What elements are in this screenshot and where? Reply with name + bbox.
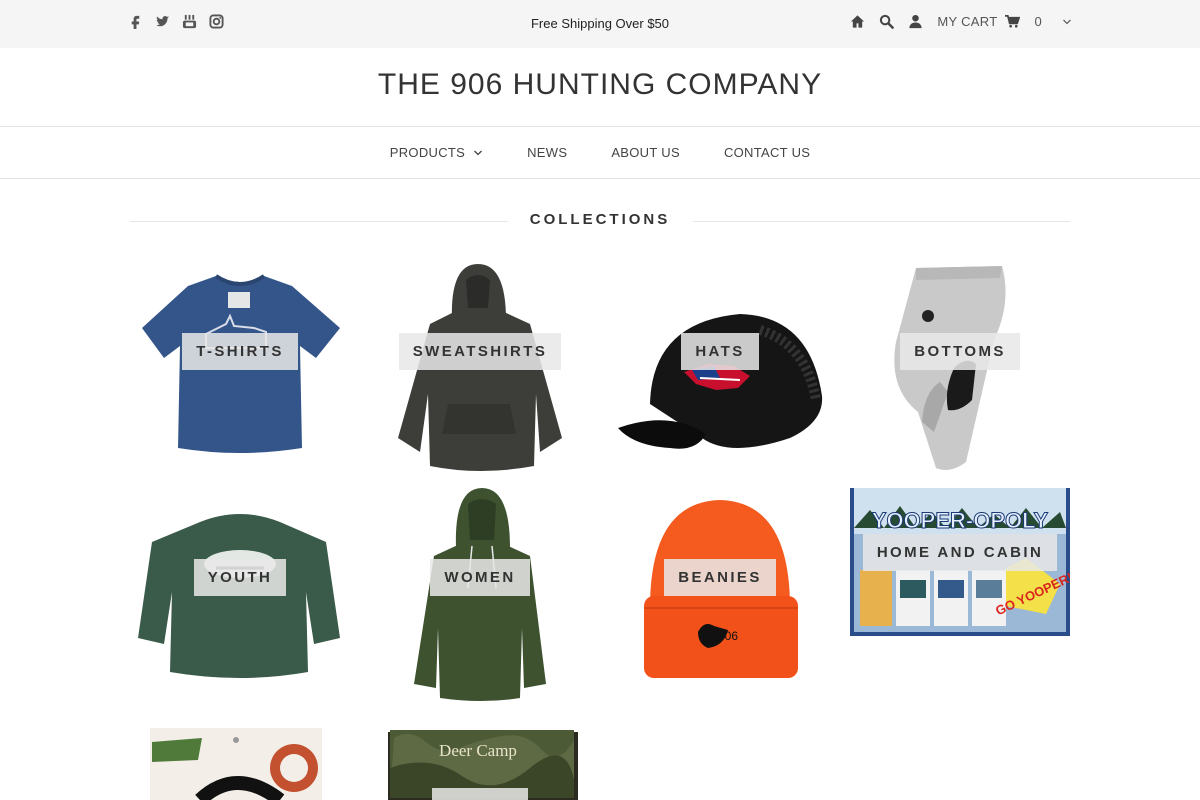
collection-bottoms[interactable]: BOTTOMS <box>850 262 1070 482</box>
utility-nav: MY CART 0 <box>850 14 1072 29</box>
collection-label: BOTTOMS <box>850 333 1070 370</box>
nav-label: CONTACT US <box>723 145 811 160</box>
book-title-text: Deer Camp <box>439 741 517 760</box>
collection-books[interactable]: Deer Camp BOOKS <box>370 728 590 800</box>
women-hoodie-image <box>414 488 546 701</box>
hat-image <box>618 314 823 449</box>
collection-women[interactable]: WOMEN <box>370 488 590 708</box>
nav-item-news[interactable]: NEWS <box>527 145 567 160</box>
cart-label: MY CART <box>937 14 998 29</box>
collection-youth[interactable]: YOUTH <box>130 488 350 708</box>
main-nav: PRODUCTS NEWS ABOUT US CONTACT US <box>0 127 1200 179</box>
nav-item-about-us[interactable]: ABOUT US <box>611 145 680 160</box>
chevron-down-icon[interactable] <box>1062 17 1072 27</box>
tshirt-image <box>142 274 340 453</box>
collection-label: SWEATSHIRTS <box>370 333 590 370</box>
youth-shirt-image <box>138 514 340 678</box>
home-icon[interactable] <box>850 14 865 29</box>
nav-label: ABOUT US <box>611 145 680 160</box>
collection-label: HOME AND CABIN <box>850 534 1070 571</box>
collection-label: BEANIES <box>610 559 830 596</box>
cart-button[interactable]: MY CART 0 <box>937 14 1072 29</box>
nav-item-contact-us[interactable]: CONTACT US <box>724 145 810 160</box>
collection-beanies[interactable]: 906 BEANIES <box>610 488 830 708</box>
sweatshirt-image <box>398 264 562 471</box>
top-bar: Free Shipping Over $50 MY CART 0 <box>0 0 1200 48</box>
section-title: COLLECTIONS <box>507 211 693 228</box>
chevron-down-icon <box>474 150 483 155</box>
collection-label: HATS <box>610 333 830 370</box>
site-header: THE 906 HUNTING COMPANY <box>0 48 1200 127</box>
beanie-logo-text: 906 <box>718 629 738 643</box>
collection-food[interactable] <box>130 728 350 800</box>
beanie-image: 906 <box>644 500 798 678</box>
collection-hats[interactable]: HATS <box>610 262 830 482</box>
cart-icon <box>1005 15 1021 28</box>
cart-count: 0 <box>1034 14 1042 29</box>
search-icon[interactable] <box>879 14 895 29</box>
nav-label: NEWS <box>527 145 568 160</box>
collection-tshirts[interactable]: T-SHIRTS <box>130 262 350 482</box>
collections-header: COLLECTIONS <box>130 208 1070 234</box>
user-icon[interactable] <box>908 14 923 29</box>
food-package-image <box>150 728 322 800</box>
board-game-image: YOOPER-OPOLY GO YOOPER! <box>850 488 1070 636</box>
nav-label: PRODUCTS <box>389 145 466 160</box>
pants-image <box>894 266 1006 470</box>
board-game-title: YOOPER-OPOLY <box>872 508 1049 533</box>
nav-item-products[interactable]: PRODUCTS <box>390 145 483 160</box>
collection-home-and-cabin[interactable]: YOOPER-OPOLY GO YOOPER! HOME AND CABIN <box>850 488 1070 708</box>
collection-label: T-SHIRTS <box>130 333 350 370</box>
site-logo[interactable]: THE 906 HUNTING COMPANY <box>0 68 1200 102</box>
collection-label: BOOKS <box>370 788 590 800</box>
collection-sweatshirts[interactable]: SWEATSHIRTS <box>370 262 590 482</box>
collection-label: YOUTH <box>130 559 350 596</box>
collection-label: WOMEN <box>370 559 590 596</box>
